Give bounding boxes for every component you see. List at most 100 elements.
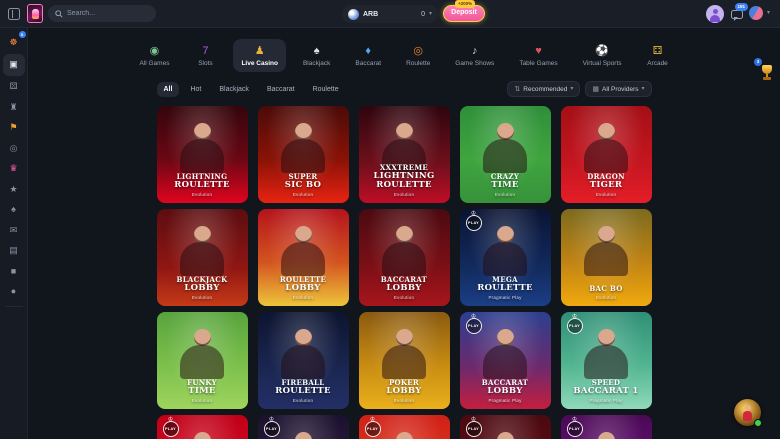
category-label: Arcade xyxy=(647,60,668,67)
dealer-figure xyxy=(483,345,527,379)
dealer-figure xyxy=(382,345,426,379)
game-card[interactable]: BLACKJACK LOBBY Evolution xyxy=(156,209,248,306)
dealer-figure xyxy=(395,432,413,439)
sidebar-item[interactable]: ★ xyxy=(3,179,25,199)
search-bar[interactable] xyxy=(48,5,156,22)
dealer-figure xyxy=(193,432,211,439)
sidebar-item[interactable]: ♛ xyxy=(3,159,25,179)
online-status-dot xyxy=(754,419,762,427)
game-card[interactable]: SUPER SIC BO Evolution xyxy=(257,106,349,203)
sidebar-item[interactable]: ⚄ xyxy=(3,77,25,97)
sidebar-item[interactable]: ☸ 5 xyxy=(3,31,26,52)
game-card[interactable]: CRAZY TIME Evolution xyxy=(459,106,551,203)
sidebar-item[interactable]: ▣ xyxy=(2,53,25,76)
category-tab[interactable]: ◉ All Games xyxy=(131,39,177,72)
crown-icon: ♔ xyxy=(470,314,477,320)
game-card[interactable]: ♔ PLAY MEGA ROULETTE Pragmatic Play xyxy=(459,209,551,306)
dealer-figure xyxy=(294,329,312,346)
trophy-icon xyxy=(761,65,773,81)
category-tab[interactable]: ♟ Live Casino xyxy=(233,39,286,72)
filter-tab[interactable]: All xyxy=(156,81,180,97)
game-card[interactable]: ♔ PLAY SPEED BACCARAT 1 Pragmatic Play xyxy=(560,312,652,409)
brand-logo[interactable] xyxy=(27,4,43,23)
sidebar-item[interactable]: ♜ xyxy=(3,97,25,117)
game-card[interactable]: ♔ PLAY xyxy=(156,415,248,439)
dealer-figure xyxy=(496,123,514,140)
game-provider: Evolution xyxy=(393,398,415,403)
sidebar-item-icon: ♠ xyxy=(11,204,16,214)
crown-icon: ♔ xyxy=(470,211,477,217)
providers-dropdown[interactable]: ▦ All Providers ▾ xyxy=(585,81,652,97)
pragmatic-play-badge: ♔ PLAY xyxy=(566,314,583,334)
dealer-figure xyxy=(395,329,413,346)
game-card[interactable]: XXXTREME LIGHTNING ROULETTE Evolution xyxy=(358,106,450,203)
game-card[interactable]: ♔ PLAY xyxy=(560,415,652,439)
chat-icon[interactable] xyxy=(731,10,743,21)
game-card[interactable]: FIREBALL ROULETTE Evolution xyxy=(257,312,349,409)
filter-tab[interactable]: Roulette xyxy=(306,82,346,97)
game-title-line2: ROULETTE xyxy=(477,282,533,293)
game-title-block: DRAGON TIGER Evolution xyxy=(561,172,652,197)
wallet-selector[interactable]: ARB 0 ▾ xyxy=(342,5,438,23)
game-card[interactable]: ♔ PLAY xyxy=(459,415,551,439)
category-tab[interactable]: ♠ Blackjack xyxy=(295,39,338,72)
filter-tab[interactable]: Baccarat xyxy=(260,82,302,97)
category-label: Slots xyxy=(198,60,213,67)
dealer-figure xyxy=(294,226,312,243)
category-tab[interactable]: ♪ Game Shows xyxy=(447,39,502,72)
play-badge-label: PLAY xyxy=(569,427,580,431)
sidebar-collapse-icon[interactable] xyxy=(8,8,20,20)
game-card[interactable]: POKER LOBBY Evolution xyxy=(358,312,450,409)
game-card[interactable]: ROULETTE LOBBY Evolution xyxy=(257,209,349,306)
game-card[interactable]: ♔ PLAY xyxy=(358,415,450,439)
category-label: Game Shows xyxy=(455,60,495,67)
category-tab[interactable]: ♥ Table Games xyxy=(511,39,565,72)
sidebar-item[interactable]: ✉ xyxy=(3,220,25,240)
category-icon: 7 xyxy=(202,45,209,57)
category-tab[interactable]: ⚽ Virtual Sports xyxy=(575,39,630,72)
support-chat-button[interactable] xyxy=(734,399,762,427)
game-card[interactable]: BACCARAT LOBBY Evolution xyxy=(358,209,450,306)
pragmatic-play-badge: ♔ PLAY xyxy=(465,314,482,334)
sidebar-item[interactable]: ● xyxy=(3,282,25,302)
game-title-line2: LOBBY xyxy=(184,282,220,293)
providers-grid-icon: ▦ xyxy=(592,86,599,93)
category-label: Roulette xyxy=(406,60,431,67)
category-tab[interactable]: ⚃ Arcade xyxy=(639,39,677,72)
wallet-balance: 0 xyxy=(421,10,425,18)
filter-tab[interactable]: Hot xyxy=(183,82,208,97)
category-tab[interactable]: ♦ Baccarat xyxy=(347,39,389,72)
sidebar-item[interactable]: ▤ xyxy=(3,241,25,261)
game-card[interactable]: LIGHTNING ROULETTE Evolution xyxy=(156,106,248,203)
filter-tab[interactable]: Blackjack xyxy=(212,82,256,97)
sidebar-item-icon: ✉ xyxy=(9,224,18,235)
game-card[interactable]: DRAGON TIGER Evolution xyxy=(560,106,652,203)
dealer-figure xyxy=(281,345,325,379)
dealer-figure xyxy=(180,345,224,379)
game-title-block: XXXTREME LIGHTNING ROULETTE Evolution xyxy=(359,163,450,197)
game-title-block: BACCARAT LOBBY Pragmatic Play xyxy=(460,378,551,403)
search-input[interactable] xyxy=(67,10,147,17)
sort-dropdown[interactable]: ⇅ Recommended ▾ xyxy=(507,81,581,97)
tournaments-widget[interactable]: 3 xyxy=(754,58,776,84)
game-title-line2: LOBBY xyxy=(285,282,321,293)
language-flag-icon[interactable] xyxy=(749,6,763,20)
sidebar-item[interactable]: ■ xyxy=(3,261,25,281)
category-tab[interactable]: ◎ Roulette xyxy=(398,39,438,72)
sidebar-item[interactable]: ♠ xyxy=(3,200,25,220)
sidebar-item[interactable]: ⚑ xyxy=(3,118,25,138)
dealer-figure xyxy=(382,242,426,276)
category-label: Virtual Sports xyxy=(582,60,622,67)
avatar[interactable] xyxy=(706,5,724,23)
game-card[interactable]: BAC BO Evolution xyxy=(560,209,652,306)
game-provider: Evolution xyxy=(494,192,516,197)
sidebar-item[interactable]: ◎ xyxy=(3,138,25,158)
game-card[interactable]: ♔ PLAY xyxy=(257,415,349,439)
category-tab[interactable]: 7 Slots xyxy=(186,39,224,72)
game-provider: Evolution xyxy=(191,192,213,197)
game-provider: Evolution xyxy=(191,295,213,300)
support-character-icon xyxy=(743,411,752,421)
game-card[interactable]: FUNKY TIME Evolution xyxy=(156,312,248,409)
game-card[interactable]: ♔ PLAY BACCARAT LOBBY Pragmatic Play xyxy=(459,312,551,409)
chevron-down-icon[interactable]: ▾ xyxy=(767,10,770,16)
